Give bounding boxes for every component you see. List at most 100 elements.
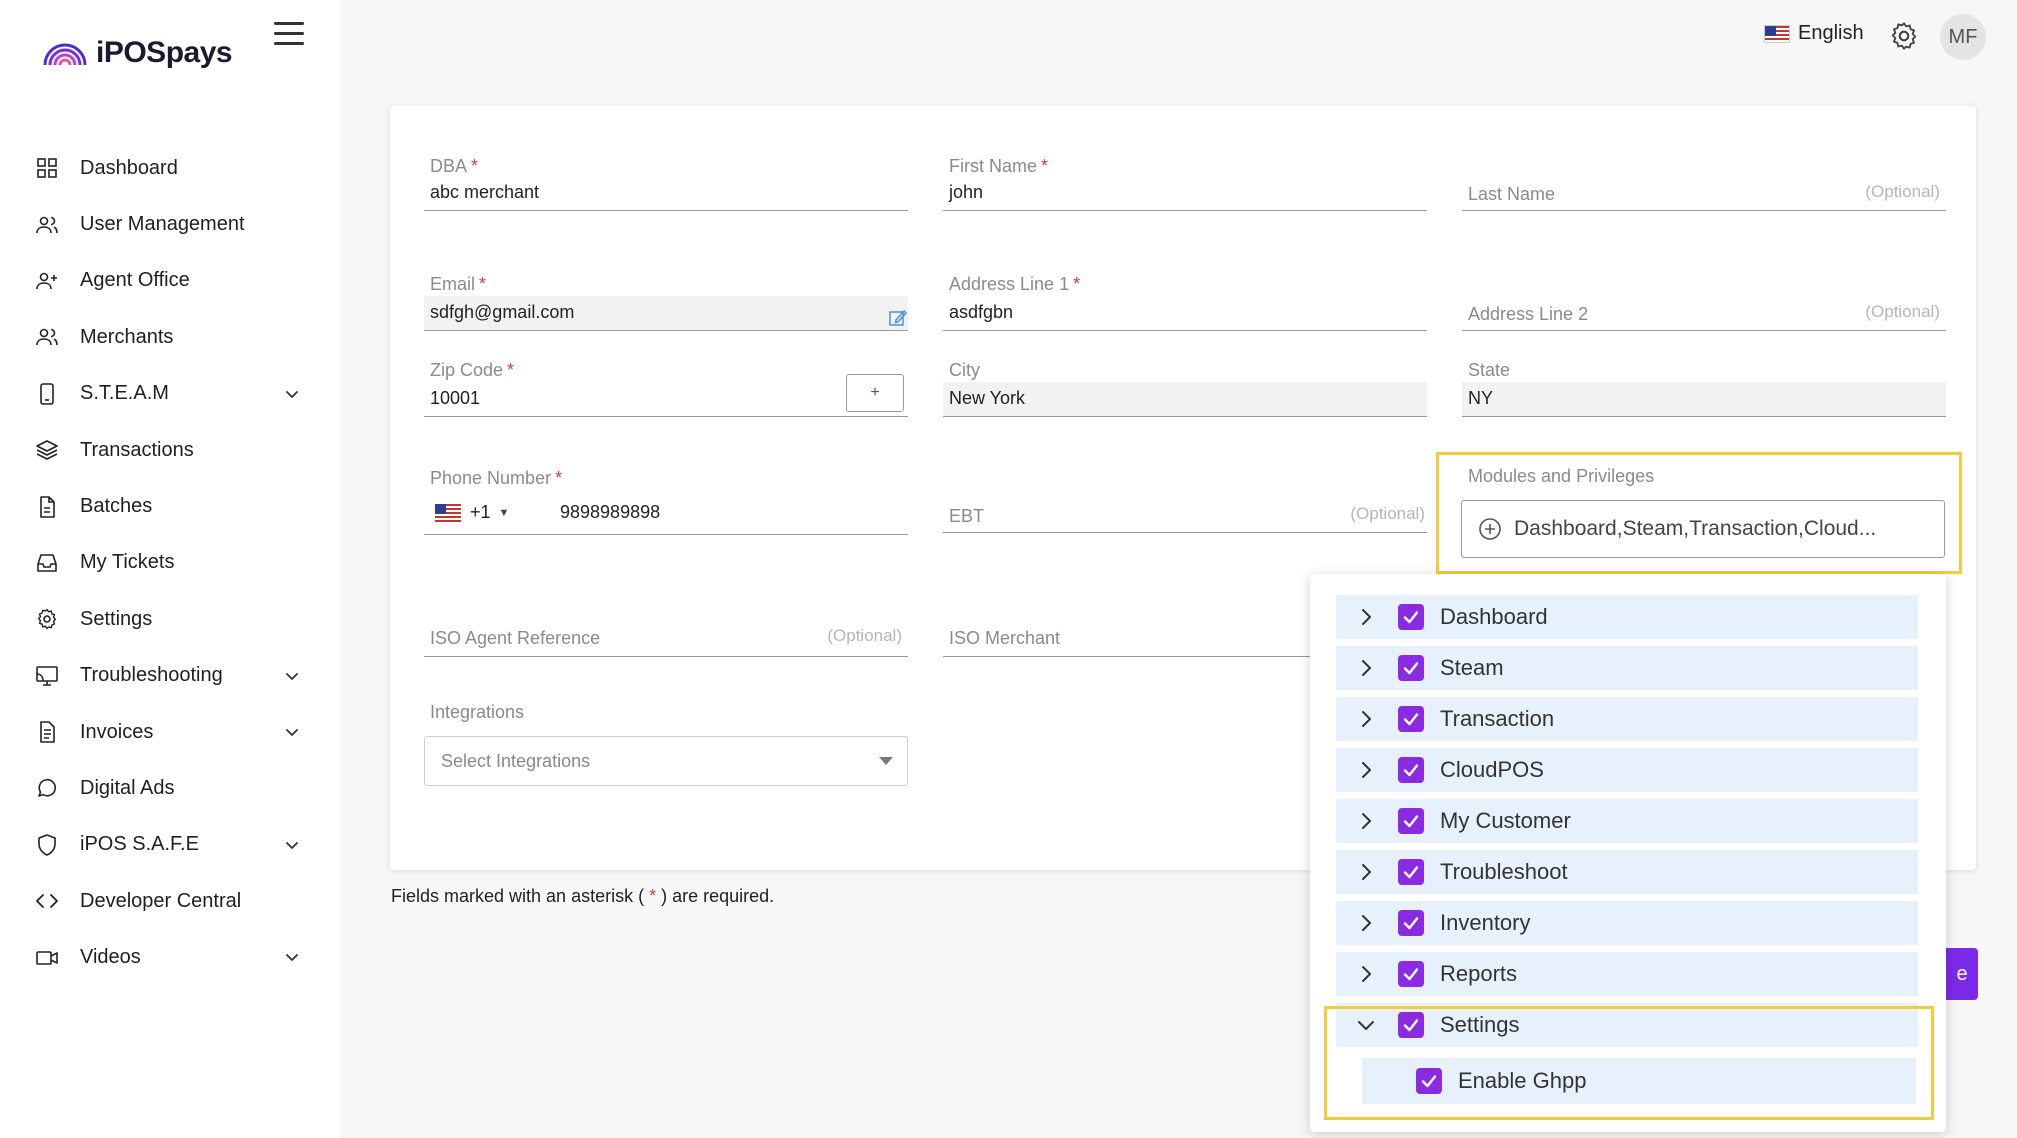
tree-item-inventory[interactable]: Inventory (1336, 901, 1918, 945)
sidebar-item-label: Dashboard (80, 156, 178, 179)
sidebar-item-settings[interactable]: Settings (0, 591, 340, 647)
language-selector[interactable]: English (1764, 22, 1864, 45)
checkbox-checked-icon[interactable] (1398, 910, 1424, 936)
underline (943, 416, 1427, 417)
caret-down-icon: ▼ (498, 506, 510, 519)
chevron-down-icon[interactable] (282, 722, 302, 742)
sidebar-item-ipos-s-a-f-e[interactable]: iPOS S.A.F.E (0, 817, 340, 873)
underline (424, 534, 908, 535)
edit-icon[interactable] (888, 308, 908, 328)
tree-item-cloudpos[interactable]: CloudPOS (1336, 748, 1918, 792)
sidebar-item-agent-office[interactable]: Agent Office (0, 253, 340, 309)
phone-number-field[interactable]: Phone Number * +1 ▼ 9898989898 (424, 468, 908, 535)
hamburger-line (274, 22, 304, 25)
email-field[interactable]: Email * sdfgh@gmail.com (424, 268, 908, 331)
settings-gear-icon[interactable] (1888, 20, 1920, 52)
tree-item-label: Reports (1440, 961, 1518, 986)
zip-code-field[interactable]: Zip Code * 10001 + (424, 354, 908, 417)
chevron-right-icon[interactable] (1356, 913, 1376, 933)
underline (424, 210, 908, 211)
chevron-right-icon[interactable] (1356, 658, 1376, 678)
iso-agent-reference-field[interactable]: ISO Agent Reference (Optional) (424, 624, 908, 664)
chevron-right-icon[interactable] (1356, 607, 1376, 627)
underline (1462, 210, 1946, 211)
underline (424, 416, 908, 417)
layers-icon (34, 437, 60, 463)
checkbox-checked-icon[interactable] (1398, 757, 1424, 783)
required-asterisk: * (555, 468, 563, 488)
phone-number-label: Phone Number (430, 468, 552, 488)
dba-value: abc merchant (430, 182, 540, 202)
tree-item-transaction[interactable]: Transaction (1336, 697, 1918, 741)
first-name-field[interactable]: First Name * john (943, 148, 1427, 211)
sidebar-item-videos[interactable]: Videos (0, 929, 340, 985)
tree-item-dashboard[interactable]: Dashboard (1336, 595, 1918, 639)
last-name-field[interactable]: Last Name (Optional) (1462, 148, 1946, 211)
brand-name: iPOSpays (96, 36, 233, 69)
sidebar-item-user-management[interactable]: User Management (0, 196, 340, 252)
dba-field[interactable]: DBA * abc merchant (424, 148, 908, 211)
sidebar-item-developer-central[interactable]: Developer Central (0, 873, 340, 929)
chevron-right-icon[interactable] (1356, 862, 1376, 882)
sidebar-item-dashboard[interactable]: Dashboard (0, 140, 340, 196)
sidebar-item-digital-ads[interactable]: Digital Ads (0, 760, 340, 816)
device-icon (34, 381, 60, 407)
sidebar-item-my-tickets[interactable]: My Tickets (0, 535, 340, 591)
tree-item-label: Steam (1440, 655, 1504, 680)
modules-input[interactable]: Dashboard,Steam,Transaction,Cloud... (1461, 500, 1945, 558)
sidebar-item-label: Merchants (80, 325, 174, 348)
optional-hint: (Optional) (827, 626, 902, 645)
tree-item-my-customer[interactable]: My Customer (1336, 799, 1918, 843)
chevron-down-icon[interactable] (282, 947, 302, 967)
zip-lookup-button[interactable]: + (846, 374, 904, 412)
zip-code-value: 10001 (430, 388, 481, 408)
address-line-2-field[interactable]: Address Line 2 (Optional) (1462, 268, 1946, 331)
chevron-down-icon[interactable] (282, 384, 302, 404)
checkbox-checked-icon[interactable] (1398, 655, 1424, 681)
chevron-right-icon[interactable] (1356, 964, 1376, 984)
checkbox-checked-icon[interactable] (1398, 961, 1424, 987)
invoice-icon (34, 719, 60, 745)
sidebar-item-transactions[interactable]: Transactions (0, 422, 340, 478)
chevron-down-icon[interactable] (282, 666, 302, 686)
sidebar-item-s-t-e-a-m[interactable]: S.T.E.A.M (0, 366, 340, 422)
chevron-down-icon[interactable] (282, 835, 302, 855)
sidebar-item-label: User Management (80, 213, 245, 236)
country-code-selector[interactable]: +1 ▼ (434, 502, 509, 523)
ebt-label: EBT (949, 506, 985, 526)
required-fields-note: Fields marked with an asterisk ( * ) are… (391, 886, 774, 907)
chevron-right-icon[interactable] (1356, 709, 1376, 729)
address-line-1-field[interactable]: Address Line 1 * asdfgbn (943, 268, 1427, 331)
required-asterisk: * (1073, 274, 1081, 294)
checkbox-checked-icon[interactable] (1398, 808, 1424, 834)
sidebar-item-batches[interactable]: Batches (0, 478, 340, 534)
save-button[interactable]: e (1946, 948, 1978, 1000)
underline (424, 330, 908, 331)
underline (943, 330, 1427, 331)
sidebar-item-merchants[interactable]: Merchants (0, 309, 340, 365)
chevron-right-icon[interactable] (1356, 760, 1376, 780)
logo[interactable]: iPOSpays (42, 36, 233, 70)
sidebar-item-troubleshooting[interactable]: Troubleshooting (0, 648, 340, 704)
tree-item-reports[interactable]: Reports (1336, 952, 1918, 996)
user-avatar[interactable]: MF (1940, 14, 1986, 60)
state-field[interactable]: State NY (1462, 354, 1946, 417)
hamburger-line (274, 32, 304, 35)
add-circle-icon (1479, 518, 1501, 540)
sidebar-item-invoices[interactable]: Invoices (0, 704, 340, 760)
chevron-right-icon[interactable] (1356, 811, 1376, 831)
underline (943, 210, 1427, 211)
city-field[interactable]: City New York (943, 354, 1427, 417)
sidebar-item-label: Developer Central (80, 889, 242, 912)
tree-item-steam[interactable]: Steam (1336, 646, 1918, 690)
integrations-select[interactable]: Select Integrations (424, 736, 908, 786)
iso-merchant-field[interactable]: ISO Merchant (943, 624, 1323, 664)
tree-item-troubleshoot[interactable]: Troubleshoot (1336, 850, 1918, 894)
checkbox-checked-icon[interactable] (1398, 604, 1424, 630)
menu-toggle-button[interactable] (274, 22, 304, 48)
code-icon (34, 888, 60, 914)
checkbox-checked-icon[interactable] (1398, 706, 1424, 732)
tree-item-label: Dashboard (1440, 604, 1548, 629)
checkbox-checked-icon[interactable] (1398, 859, 1424, 885)
ebt-field[interactable]: EBT (Optional) (943, 468, 1427, 533)
